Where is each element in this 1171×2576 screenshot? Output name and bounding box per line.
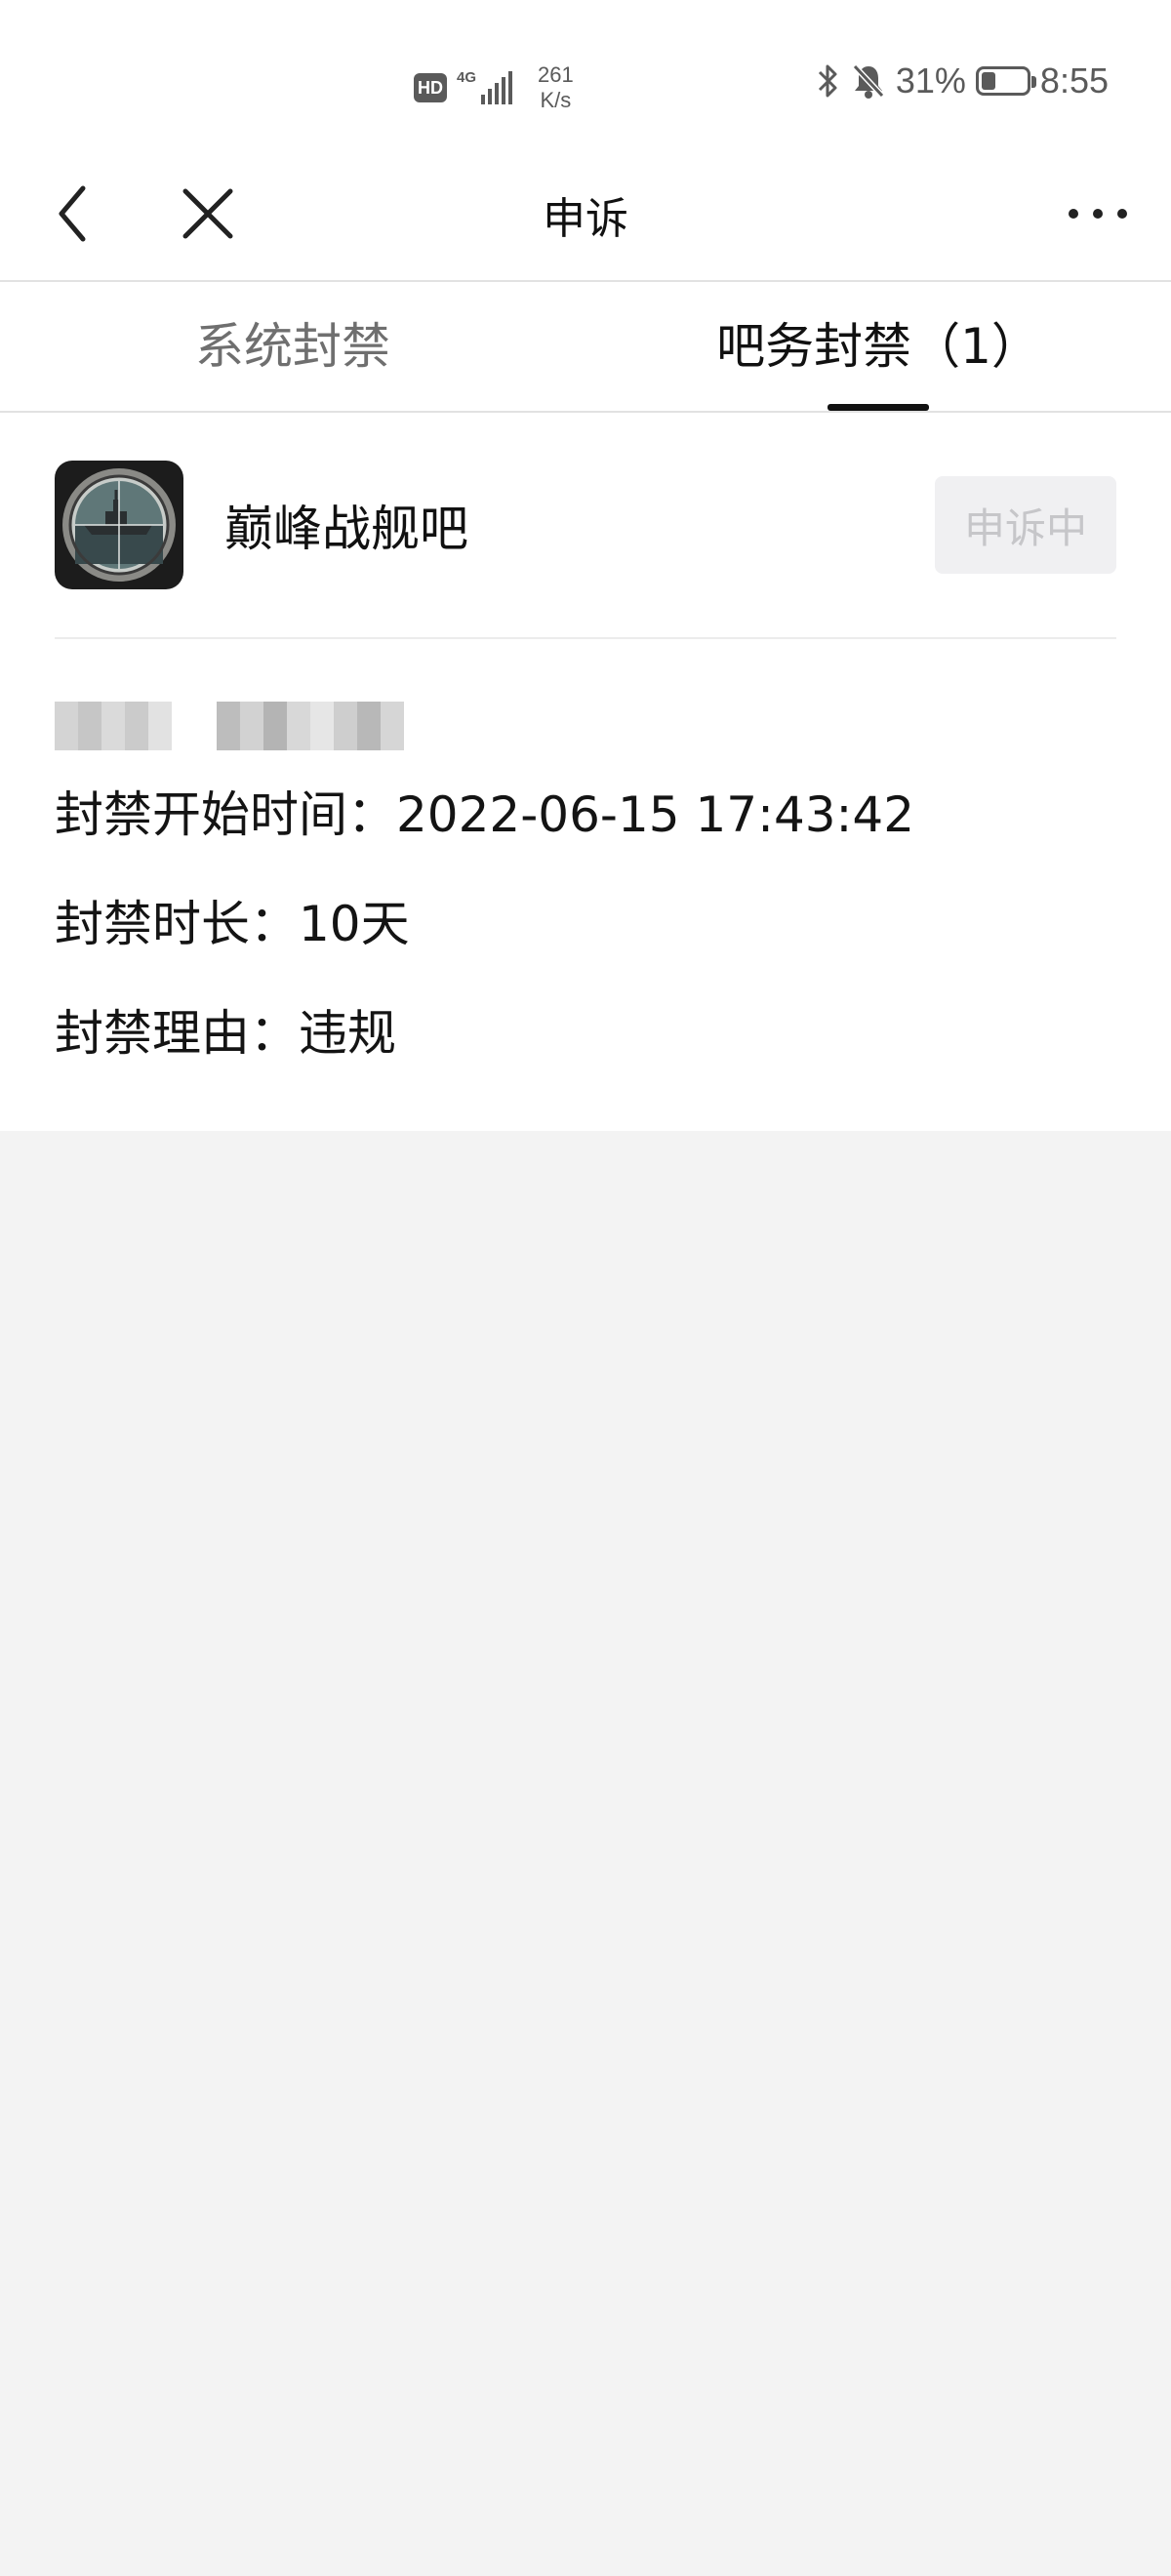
active-tab-indicator: [828, 404, 929, 411]
network-type: 4G: [457, 69, 477, 86]
redacted-text: [55, 702, 1116, 750]
muted-bell-icon: [852, 63, 885, 99]
hd-icon: HD: [414, 73, 447, 102]
status-left: HD 4G 261 K/s: [414, 62, 574, 113]
forum-row: 巅峰战舰吧 申诉中: [55, 413, 1116, 639]
pixelated-block: [55, 702, 172, 750]
signal-icon: 4G: [457, 69, 513, 104]
ban-duration: 封禁时长：10天: [55, 895, 1116, 953]
battery-percent: 31%: [895, 60, 966, 101]
status-right: 31% 8:55: [816, 60, 1109, 101]
nav-header: 申诉: [0, 146, 1171, 282]
more-button[interactable]: [1064, 180, 1132, 248]
battery-level: [981, 72, 995, 90]
appeal-status-button[interactable]: 申诉中: [935, 476, 1116, 574]
speed-unit: K/s: [540, 88, 572, 112]
ban-duration-label: 封禁时长：: [55, 896, 299, 952]
bluetooth-icon: [818, 64, 837, 98]
battery-icon: [975, 66, 1036, 96]
ban-start-label: 封禁开始时间：: [55, 786, 396, 843]
top-area: HD 4G 261 K/s 31% 8:55 申诉 系统封禁 吧务封禁（1）: [0, 0, 1171, 413]
ban-reason: 封禁理由：违规: [55, 1004, 1116, 1063]
ban-card: 巅峰战舰吧 申诉中 封禁开始时间：2022-06-15 17:43:42 封禁时…: [0, 413, 1171, 1131]
status-bar: HD 4G 261 K/s 31% 8:55: [0, 0, 1171, 146]
tab-label: 吧务封禁（1）: [716, 318, 1040, 375]
ban-start-value: 2022-06-15 17:43:42: [396, 786, 915, 843]
more-icon: [1069, 209, 1127, 219]
page-title: 申诉: [543, 194, 628, 244]
tab-system-ban[interactable]: 系统封禁: [0, 282, 586, 411]
speed-value: 261: [538, 62, 574, 87]
tab-forum-ban[interactable]: 吧务封禁（1）: [586, 282, 1171, 411]
clock: 8:55: [1039, 60, 1109, 101]
network-speed: 261 K/s: [538, 62, 574, 113]
ban-start-time: 封禁开始时间：2022-06-15 17:43:42: [55, 785, 1116, 844]
forum-name: 巅峰战舰吧: [224, 501, 468, 557]
forum-avatar[interactable]: [55, 461, 183, 589]
tab-label: 系统封禁: [195, 318, 390, 375]
pixelated-block: [217, 702, 404, 750]
tab-bar: 系统封禁 吧务封禁（1）: [0, 282, 1171, 413]
ban-duration-value: 10天: [299, 896, 410, 952]
warship-scope-icon: [55, 461, 183, 589]
ban-reason-value: 违规: [299, 1005, 396, 1062]
ban-reason-label: 封禁理由：: [55, 1005, 299, 1062]
